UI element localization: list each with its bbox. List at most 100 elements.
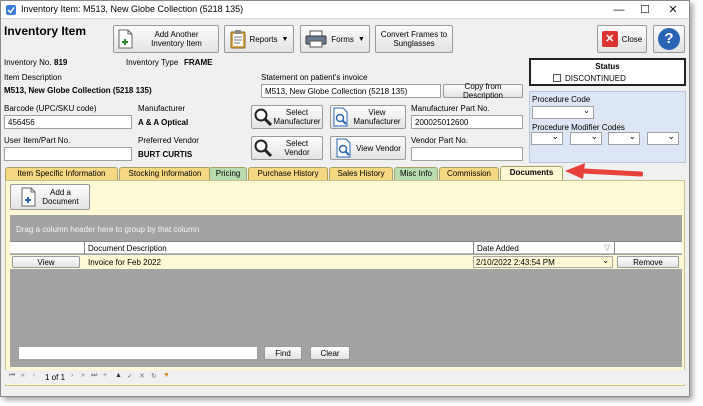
close-window-button[interactable]: ✕ bbox=[659, 1, 687, 19]
tab-purchase-history[interactable]: Purchase History bbox=[248, 167, 328, 180]
column-divider bbox=[473, 242, 474, 254]
view-vendor-button[interactable]: View Vendor bbox=[330, 136, 406, 160]
item-description-value: M513, New Globe Collection (5218 135) bbox=[4, 86, 152, 95]
mfr-part-input[interactable]: 200025012600 bbox=[411, 115, 523, 129]
move-up-icon[interactable]: ▲ bbox=[115, 372, 122, 379]
magnifier-icon bbox=[254, 108, 273, 127]
minimize-button[interactable]: — bbox=[605, 1, 633, 19]
tab-pricing[interactable]: Pricing bbox=[209, 167, 247, 180]
window-title: Inventory Item: M513, New Globe Collecti… bbox=[21, 4, 244, 14]
item-description-label: Item Description bbox=[4, 73, 62, 82]
add-another-item-button[interactable]: Add Another Inventory Item bbox=[113, 25, 219, 53]
modifier-select-3[interactable] bbox=[608, 131, 640, 145]
convert-sunglasses-button[interactable]: Convert Frames to Sunglasses bbox=[375, 25, 453, 53]
prev-page-icon[interactable]: ‹ bbox=[33, 372, 35, 379]
clear-button[interactable]: Clear bbox=[310, 346, 350, 360]
pager-bar: ⏮ « ‹ 1 of 1 › » ⏭ + ▲ ✓ ✕ ↻ ▼ bbox=[5, 370, 685, 384]
chevron-down-icon: ▼ bbox=[281, 35, 289, 43]
table-row[interactable]: View Invoice for Feb 2022 2/10/2022 2:43… bbox=[10, 255, 682, 269]
inventory-item-window: Inventory Item: M513, New Globe Collecti… bbox=[0, 0, 690, 397]
column-divider bbox=[84, 242, 85, 254]
app-icon bbox=[6, 5, 16, 15]
view-manufacturer-label: View Manufacturer bbox=[353, 108, 401, 126]
procedure-code-label: Procedure Code bbox=[532, 95, 591, 104]
inventory-type-value: FRAME bbox=[184, 58, 213, 67]
reports-button[interactable]: Reports ▼ bbox=[224, 25, 294, 53]
confirm-icon[interactable]: ✓ bbox=[127, 372, 133, 380]
modifier-select-2[interactable] bbox=[570, 131, 602, 145]
select-vendor-button[interactable]: Select Vendor bbox=[251, 136, 323, 160]
mfr-part-label: Manufacturer Part No. bbox=[411, 104, 490, 113]
forms-button[interactable]: Forms ▼ bbox=[300, 25, 370, 53]
refresh-icon[interactable]: ↻ bbox=[151, 372, 157, 380]
status-box: Status DISCONTINUED bbox=[529, 58, 686, 86]
group-by-hint: Drag a column header here to group by th… bbox=[16, 225, 200, 234]
close-button[interactable]: ✕ Close bbox=[597, 25, 647, 53]
discontinued-label: DISCONTINUED bbox=[565, 74, 626, 83]
tab-sales-history[interactable]: Sales History bbox=[329, 167, 393, 180]
add-document-label: Add a Document bbox=[42, 188, 79, 206]
next-page-icon[interactable]: › bbox=[71, 372, 73, 379]
maximize-button[interactable]: ☐ bbox=[631, 1, 659, 19]
help-button[interactable]: ? bbox=[653, 25, 685, 53]
tab-item-specific-information[interactable]: Item Specific Information bbox=[5, 167, 118, 180]
add-record-icon[interactable]: + bbox=[103, 372, 107, 379]
remove-document-button[interactable]: Remove bbox=[617, 256, 679, 268]
find-button[interactable]: Find bbox=[264, 346, 302, 360]
statement-label: Statement on patient's invoice bbox=[261, 73, 368, 82]
chevron-down-icon: ⌄ bbox=[602, 256, 609, 265]
first-page-icon[interactable]: ⏮ bbox=[9, 372, 15, 380]
filter-icon[interactable]: ▽ bbox=[604, 243, 610, 252]
next-group-icon[interactable]: » bbox=[81, 372, 85, 379]
reports-label: Reports bbox=[249, 34, 278, 44]
vendor-part-label: Vendor Part No. bbox=[411, 136, 468, 145]
search-bar: Find Clear bbox=[10, 337, 682, 367]
printer-icon bbox=[305, 30, 327, 48]
select-vendor-label: Select Vendor bbox=[284, 139, 310, 157]
close-icon: ✕ bbox=[601, 31, 618, 47]
inventory-no-label: Inventory No. bbox=[4, 58, 52, 67]
status-title: Status bbox=[595, 62, 620, 71]
barcode-input[interactable]: 456456 bbox=[4, 115, 132, 129]
vendor-part-input[interactable] bbox=[411, 147, 523, 161]
title-bar[interactable]: Inventory Item: M513, New Globe Collecti… bbox=[1, 1, 689, 19]
preferred-vendor-value: BURT CURTIS bbox=[138, 150, 193, 159]
tab-stocking-information[interactable]: Stocking Information bbox=[119, 167, 211, 180]
statement-input[interactable]: M513, New Globe Collection (5218 135) bbox=[261, 84, 441, 98]
date-added-cell[interactable]: 2/10/2022 2:43:54 PM ⌄ bbox=[473, 256, 613, 268]
view-document-icon bbox=[333, 107, 348, 127]
tab-misc-info[interactable]: Misc Info bbox=[394, 167, 438, 180]
column-divider bbox=[614, 242, 615, 254]
column-header-date[interactable]: Date Added bbox=[477, 244, 519, 253]
add-document-button[interactable]: Add a Document bbox=[10, 184, 90, 210]
inventory-type-label: Inventory Type bbox=[126, 58, 179, 67]
last-page-icon[interactable]: ⏭ bbox=[91, 372, 97, 380]
user-item-label: User Item/Part No. bbox=[4, 136, 71, 145]
select-manufacturer-label: Select Manufacturer bbox=[273, 108, 321, 126]
copy-from-description-button[interactable]: Copy from Description bbox=[443, 82, 523, 100]
procedure-code-select[interactable]: ⌄ bbox=[532, 106, 594, 119]
user-item-input[interactable] bbox=[4, 147, 132, 161]
prev-group-icon[interactable]: « bbox=[21, 372, 25, 379]
view-document-button[interactable]: View bbox=[12, 256, 80, 268]
page-title: Inventory Item bbox=[4, 24, 87, 38]
grid-header-row: Document Description Date Added ▽ bbox=[10, 241, 682, 254]
view-vendor-label: View Vendor bbox=[356, 143, 401, 153]
modifier-select-4[interactable] bbox=[647, 131, 679, 145]
magnifier-icon bbox=[254, 139, 273, 158]
tab-documents[interactable]: Documents bbox=[500, 166, 563, 181]
documents-panel: Add a Document Drag a column header here… bbox=[5, 180, 685, 386]
close-label: Close bbox=[621, 34, 643, 44]
cancel-icon[interactable]: ✕ bbox=[139, 372, 145, 380]
select-manufacturer-button[interactable]: Select Manufacturer bbox=[251, 105, 323, 129]
chevron-down-icon: ▼ bbox=[357, 35, 365, 43]
view-document-icon bbox=[336, 138, 351, 158]
tab-commission[interactable]: Commission bbox=[439, 167, 499, 180]
view-manufacturer-button[interactable]: View Manufacturer bbox=[330, 105, 406, 129]
search-input[interactable] bbox=[18, 346, 258, 360]
modifier-select-1[interactable] bbox=[531, 131, 563, 145]
date-added-value: 2/10/2022 2:43:54 PM bbox=[476, 258, 555, 267]
discontinued-checkbox[interactable] bbox=[553, 74, 561, 82]
filter-down-icon[interactable]: ▼ bbox=[163, 372, 170, 379]
column-header-description[interactable]: Document Description bbox=[88, 244, 167, 253]
